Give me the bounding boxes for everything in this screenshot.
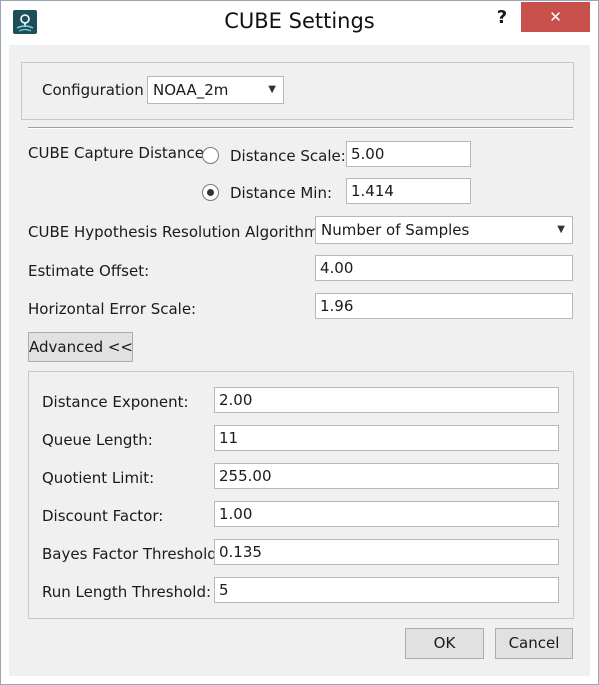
quotient-limit-input[interactable]: 255.00 [214, 463, 559, 489]
hypothesis-label: CUBE Hypothesis Resolution Algorithm : [28, 223, 329, 241]
chevron-down-icon: ▼ [557, 224, 565, 235]
radio-selected-dot [207, 189, 214, 196]
title-bar[interactable]: CUBE Settings ? ✕ [1, 1, 598, 45]
run-length-input[interactable]: 5 [214, 577, 559, 603]
discount-factor-label: Discount Factor: [42, 507, 164, 525]
advanced-group: Distance Exponent: 2.00 Queue Length: 11… [28, 371, 574, 619]
bayes-factor-label: Bayes Factor Threshold: [42, 545, 222, 563]
dialog-body: Configuration NOAA_2m ▼ CUBE Capture Dis… [9, 45, 590, 676]
distance-min-radio[interactable] [202, 184, 219, 201]
distance-scale-label[interactable]: Distance Scale: [230, 147, 346, 165]
run-length-label: Run Length Threshold: [42, 583, 212, 601]
horizontal-error-input[interactable]: 1.96 [315, 293, 573, 319]
distance-scale-radio[interactable] [202, 147, 219, 164]
advanced-toggle-button[interactable]: Advanced << [28, 332, 133, 362]
discount-factor-input[interactable]: 1.00 [214, 501, 559, 527]
close-icon: ✕ [549, 8, 562, 26]
distance-min-label[interactable]: Distance Min: [230, 184, 332, 202]
configuration-group: Configuration NOAA_2m ▼ [21, 62, 574, 120]
bayes-factor-input[interactable]: 0.135 [214, 539, 559, 565]
quotient-limit-label: Quotient Limit: [42, 469, 155, 487]
horizontal-error-label: Horizontal Error Scale: [28, 300, 197, 318]
help-button[interactable]: ? [489, 5, 515, 31]
close-button[interactable]: ✕ [521, 2, 590, 32]
hypothesis-select[interactable]: Number of Samples ▼ [315, 216, 573, 244]
cancel-button[interactable]: Cancel [495, 628, 573, 659]
estimate-offset-label: Estimate Offset: [28, 262, 150, 280]
estimate-offset-input[interactable]: 4.00 [315, 255, 573, 281]
distance-exponent-input[interactable]: 2.00 [214, 387, 559, 413]
distance-exponent-label: Distance Exponent: [42, 393, 189, 411]
queue-length-label: Queue Length: [42, 431, 153, 449]
separator [28, 127, 573, 129]
queue-length-input[interactable]: 11 [214, 425, 559, 451]
distance-scale-input[interactable]: 5.00 [346, 141, 471, 167]
capture-distance-label: CUBE Capture Distance: [28, 144, 210, 162]
chevron-down-icon: ▼ [268, 84, 276, 95]
ok-button[interactable]: OK [405, 628, 484, 659]
configuration-select[interactable]: NOAA_2m ▼ [147, 76, 284, 104]
configuration-value: NOAA_2m [153, 81, 229, 99]
dialog-window: CUBE Settings ? ✕ Configuration NOAA_2m … [0, 0, 599, 685]
configuration-label: Configuration [42, 81, 144, 99]
hypothesis-value: Number of Samples [321, 221, 470, 239]
distance-min-input[interactable]: 1.414 [346, 178, 471, 204]
